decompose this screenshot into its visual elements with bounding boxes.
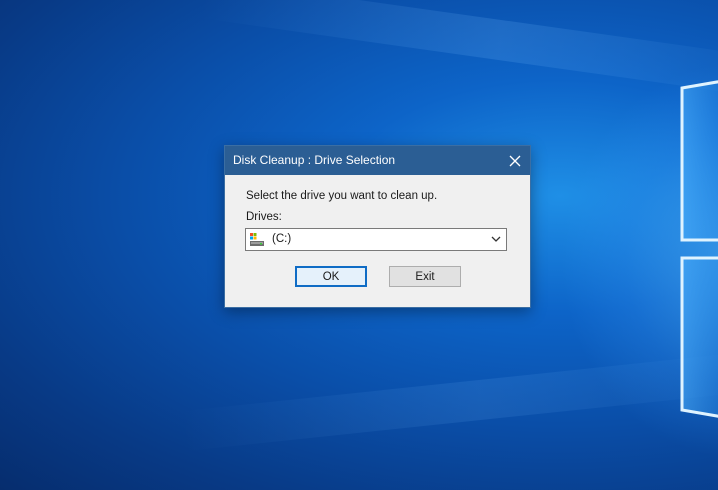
dialog-title: Disk Cleanup : Drive Selection	[233, 153, 396, 167]
exit-button[interactable]: Exit	[389, 266, 461, 287]
drives-label: Drives:	[246, 211, 282, 223]
ok-button[interactable]: OK	[295, 266, 367, 287]
dialog-titlebar[interactable]: Disk Cleanup : Drive Selection	[225, 146, 530, 175]
drives-dropdown[interactable]: (C:)	[245, 228, 507, 251]
hard-drive-icon	[250, 233, 264, 246]
chevron-down-icon	[491, 236, 501, 242]
close-icon	[509, 155, 521, 166]
selected-drive: (C:)	[272, 233, 292, 245]
close-button[interactable]	[500, 146, 530, 175]
prompt-text: Select the drive you want to clean up.	[246, 190, 438, 202]
drive-selection-dialog: Disk Cleanup : Drive Selection Select th…	[224, 145, 531, 308]
